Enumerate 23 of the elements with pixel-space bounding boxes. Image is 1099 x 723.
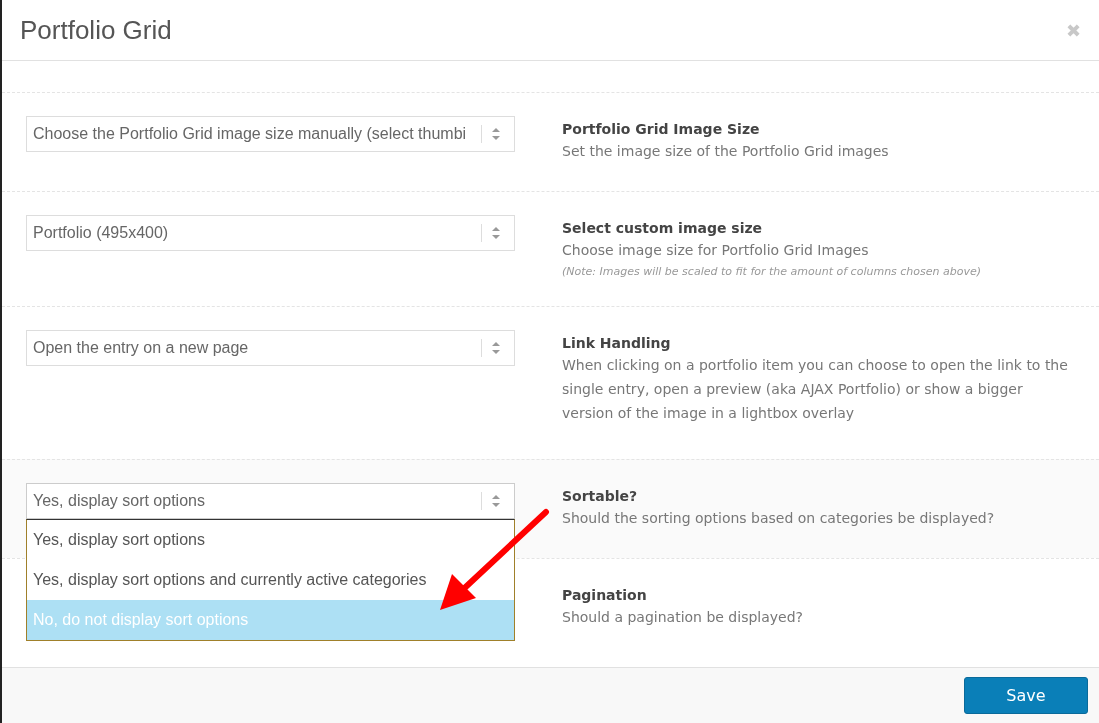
dropdown-option[interactable]: Yes, display sort options and currently active categories <box>27 560 514 600</box>
select-field[interactable]: Portfolio (495x400) <box>26 215 515 251</box>
setting-note: (Note: Images will be scaled to fit for the amount of columns chosen above) <box>562 265 983 278</box>
setting-label: Sortable? <box>562 488 639 504</box>
setting-description: Choose image size for Portfolio Grid Images <box>562 241 870 260</box>
updown-icon <box>492 342 500 354</box>
setting-label: Select custom image size <box>562 220 764 236</box>
setting-label: Link Handling <box>562 335 672 351</box>
updown-icon <box>492 495 500 507</box>
setting-description: Should the sorting options based on categories be displayed? <box>562 509 996 528</box>
setting-description: Set the image size of the Portfolio Grid images <box>562 142 890 161</box>
select-field[interactable]: Choose the Portfolio Grid image size manually (select thumbi <box>26 116 515 152</box>
updown-icon <box>492 128 500 140</box>
setting-label: Pagination <box>562 587 648 603</box>
dialog-title: Portfolio Grid <box>20 14 172 46</box>
save-button[interactable]: Save <box>964 677 1088 714</box>
updown-icon <box>492 227 500 239</box>
setting-description: Should a pagination be displayed? <box>562 608 804 627</box>
select-field[interactable]: Yes, display sort options <box>26 483 515 519</box>
setting-label: Portfolio Grid Image Size <box>562 121 761 137</box>
setting-description: When clicking on a portfolio item you can choose to open the link to the single entry, open a preview (aka AJAX Portfolio) or show a bigger version of the image in a lightbox overlay <box>562 356 1069 423</box>
select-field[interactable]: Open the entry on a new page <box>26 330 515 366</box>
dropdown-option[interactable]: Yes, display sort options <box>27 520 514 560</box>
